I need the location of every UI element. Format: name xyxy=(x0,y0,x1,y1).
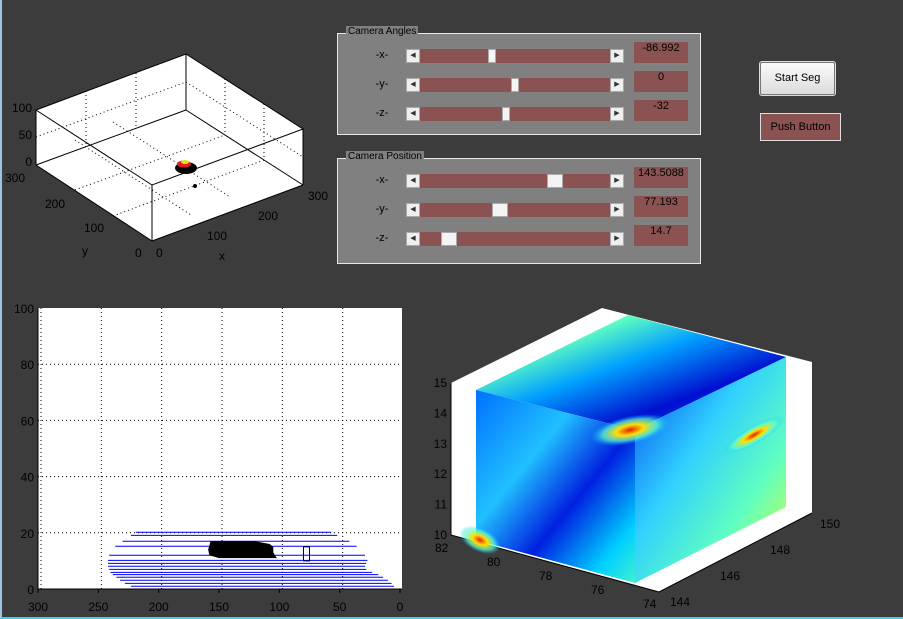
slider-thumb[interactable] xyxy=(488,49,497,63)
top-3d-axes: 100 50 0 300 200 100 0 y 0 100 200 300 x xyxy=(5,53,328,263)
y-tick: 300 xyxy=(5,171,25,185)
axis-label: -z- xyxy=(375,107,389,119)
z-tick: 50 xyxy=(19,128,33,142)
x-tick-label: 100 xyxy=(269,600,289,614)
axis-label: -x- xyxy=(375,174,389,186)
start-seg-button[interactable]: Start Seg xyxy=(759,61,836,96)
x-tick-label: 78 xyxy=(539,569,553,583)
z-tick-label: 11 xyxy=(435,498,448,512)
x-tick-label: 80 xyxy=(487,555,501,569)
z-tick-label: 12 xyxy=(434,467,448,481)
x-tick: 0 xyxy=(156,246,163,260)
x-tick-label: 200 xyxy=(149,600,169,614)
y-tick-label: 144 xyxy=(670,595,690,609)
arrow-right-icon[interactable]: ▶ xyxy=(610,49,624,63)
slider-thumb[interactable] xyxy=(501,107,510,121)
line-chart: 300 250 200 150 100 50 0 0 20 40 60 80 100 xyxy=(14,302,404,614)
arrow-left-icon[interactable]: ◀ xyxy=(406,174,420,188)
arrow-left-icon[interactable]: ◀ xyxy=(406,107,420,121)
slider-thumb[interactable] xyxy=(546,174,563,188)
camera-angles-slider[interactable]: ◀ ▶ xyxy=(406,78,624,92)
y-tick-label: 40 xyxy=(21,471,35,485)
camera-angles-panel: Camera Angles -x- ◀ ▶ -86.992 -y- ◀ ▶ 0 … xyxy=(337,26,701,135)
value-field[interactable]: 143.5088 xyxy=(634,167,688,188)
panel-title: Camera Angles xyxy=(346,26,419,38)
slider-thumb[interactable] xyxy=(511,78,519,92)
x-tick: 300 xyxy=(308,189,328,203)
arrow-right-icon[interactable]: ▶ xyxy=(610,203,624,217)
x-tick-label: 300 xyxy=(28,600,48,614)
camera-angles-row: -x- ◀ ▶ -86.992 xyxy=(338,42,700,68)
camera-position-slider[interactable]: ◀ ▶ xyxy=(406,232,624,246)
x-tick-label: 0 xyxy=(397,600,404,614)
camera-position-row: -y- ◀ ▶ 77.193 xyxy=(338,196,700,222)
axis-label: -y- xyxy=(375,78,389,90)
y-tick-label: 60 xyxy=(21,414,35,428)
cube-surface-plot: 10 11 12 13 14 15 82 80 78 76 74 144 146 148 150 xyxy=(434,308,840,611)
camera-position-row: -z- ◀ ▶ 14.7 xyxy=(338,225,700,251)
camera-angles-row: -y- ◀ ▶ 0 xyxy=(338,71,700,97)
x-tick-label: 76 xyxy=(591,583,605,597)
camera-angles-slider[interactable]: ◀ ▶ xyxy=(406,107,624,121)
y-tick-label: 80 xyxy=(21,358,35,372)
axis-label: -z- xyxy=(375,232,389,244)
y-axis-label: y xyxy=(82,244,88,258)
x-tick-label: 250 xyxy=(88,600,108,614)
camera-angles-slider[interactable]: ◀ ▶ xyxy=(406,49,624,63)
slider-thumb[interactable] xyxy=(440,232,457,246)
axis-label: -y- xyxy=(375,203,389,215)
panel-title: Camera Position xyxy=(346,151,424,163)
value-field[interactable]: 0 xyxy=(634,71,688,92)
camera-position-panel: Camera Position -x- ◀ ▶ 143.5088 -y- ◀ ▶… xyxy=(337,151,701,264)
y-tick-label: 0 xyxy=(27,583,34,597)
arrow-left-icon[interactable]: ◀ xyxy=(406,49,420,63)
camera-position-slider[interactable]: ◀ ▶ xyxy=(406,203,624,217)
arrow-left-icon[interactable]: ◀ xyxy=(406,232,420,246)
z-tick-label: 15 xyxy=(434,376,448,390)
y-tick: 0 xyxy=(135,246,142,260)
value-field[interactable]: 77.193 xyxy=(634,196,688,217)
x-tick-label: 50 xyxy=(333,600,347,614)
value-field[interactable]: -32 xyxy=(634,100,688,121)
x-tick-label: 74 xyxy=(643,597,657,611)
arrow-right-icon[interactable]: ▶ xyxy=(610,107,624,121)
y-tick-label: 146 xyxy=(720,569,740,583)
value-field[interactable]: 14.7 xyxy=(634,225,688,246)
y-tick-label: 148 xyxy=(770,543,790,557)
push-button[interactable]: Push Button xyxy=(760,113,841,141)
y-tick: 100 xyxy=(84,221,104,235)
z-tick: 0 xyxy=(25,155,32,169)
arrow-right-icon[interactable]: ▶ xyxy=(610,78,624,92)
z-tick: 100 xyxy=(12,101,32,115)
y-tick-label: 150 xyxy=(820,517,840,531)
z-tick-label: 13 xyxy=(434,437,448,451)
segmented-blob xyxy=(208,541,277,559)
figure-window: 100 50 0 300 200 100 0 y 0 100 200 300 x… xyxy=(0,0,903,619)
x-tick-label: 150 xyxy=(209,600,229,614)
arrow-right-icon[interactable]: ▶ xyxy=(610,232,624,246)
z-tick-label: 10 xyxy=(434,528,448,542)
y-tick-label: 20 xyxy=(21,527,35,541)
x-tick: 200 xyxy=(258,209,278,223)
x-axis-label: x xyxy=(219,249,225,263)
x-tick-label: 82 xyxy=(435,541,449,555)
y-tick-label: 100 xyxy=(14,302,34,316)
value-field[interactable]: -86.992 xyxy=(634,42,688,63)
arrow-right-icon[interactable]: ▶ xyxy=(610,174,624,188)
z-tick-label: 14 xyxy=(434,406,448,420)
y-tick: 200 xyxy=(45,197,65,211)
arrow-left-icon[interactable]: ◀ xyxy=(406,78,420,92)
camera-position-slider[interactable]: ◀ ▶ xyxy=(406,174,624,188)
arrow-left-icon[interactable]: ◀ xyxy=(406,203,420,217)
slider-thumb[interactable] xyxy=(491,203,508,217)
x-tick: 100 xyxy=(207,229,227,243)
axis-label: -x- xyxy=(375,49,389,61)
camera-position-row: -x- ◀ ▶ 143.5088 xyxy=(338,167,700,193)
camera-angles-row: -z- ◀ ▶ -32 xyxy=(338,100,700,126)
